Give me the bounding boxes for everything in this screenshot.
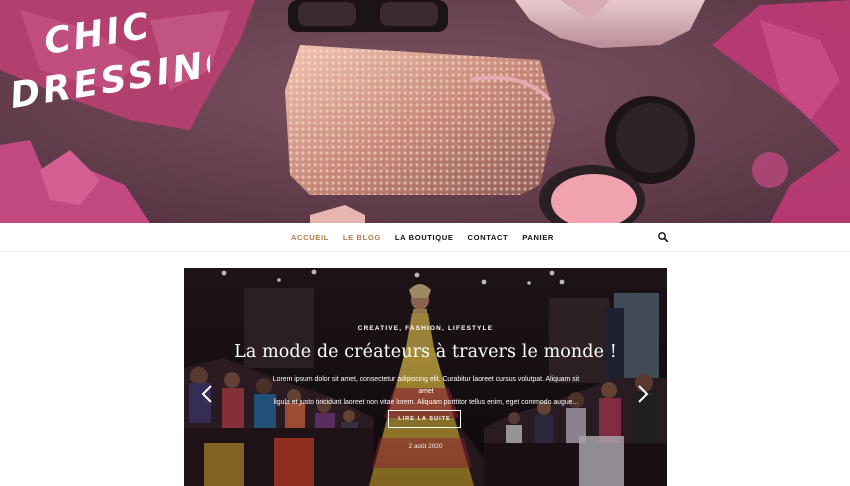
nav-item-contact[interactable]: CONTACT — [461, 233, 516, 242]
header-banner: CHIC DRESSING — [0, 0, 850, 223]
slide-categories[interactable]: CREATIVE, FASHION, LIFESTYLE — [184, 325, 667, 332]
read-more-button[interactable]: LIRE LA SUITE — [388, 410, 461, 428]
site-logo[interactable]: CHIC DRESSING — [0, 0, 210, 120]
slide-date: 2 août 2020 — [408, 443, 443, 450]
search-icon[interactable] — [657, 231, 669, 243]
slide-excerpt: Lorem ipsum dolor sit amet, consectetur … — [266, 374, 586, 409]
excerpt-line: ligula et justo tincidunt laoreet non vi… — [273, 399, 579, 406]
nav-item-la-boutique[interactable]: LA BOUTIQUE — [388, 233, 461, 242]
main-navigation: ACCUEIL LE BLOG LA BOUTIQUE CONTACT PANI… — [0, 223, 850, 252]
menu-list: ACCUEIL LE BLOG LA BOUTIQUE CONTACT PANI… — [0, 223, 850, 251]
nav-item-le-blog[interactable]: LE BLOG — [336, 233, 388, 242]
nav-item-accueil[interactable]: ACCUEIL — [284, 233, 336, 242]
chevron-left-icon[interactable] — [201, 384, 213, 404]
excerpt-line: Lorem ipsum dolor sit amet, consectetur … — [272, 376, 580, 395]
chevron-right-icon[interactable] — [637, 384, 649, 404]
featured-slider: CREATIVE, FASHION, LIFESTYLE La mode de … — [184, 268, 667, 486]
slide-title[interactable]: La mode de créateurs à travers le monde … — [184, 342, 667, 362]
nav-item-panier[interactable]: PANIER — [515, 233, 561, 242]
logo-line-1: CHIC — [41, 6, 154, 63]
